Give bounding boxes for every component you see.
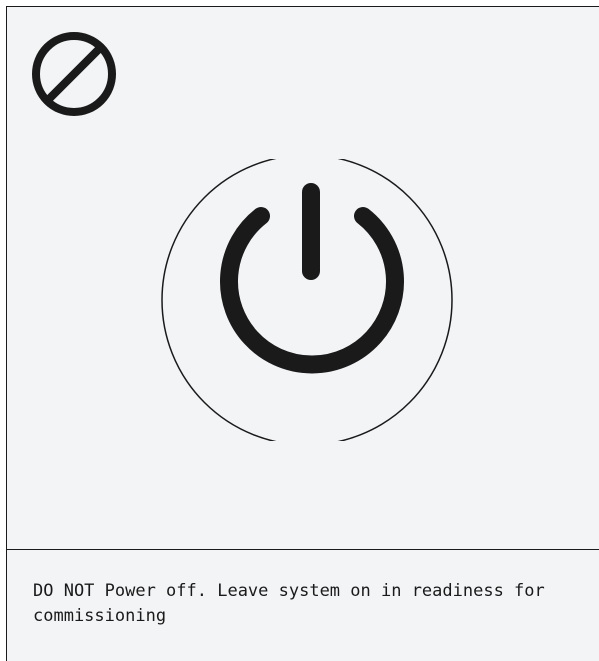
divider: [7, 549, 599, 550]
notice-text: DO NOT Power off. Leave system on in rea…: [33, 581, 545, 626]
notice-card: DO NOT Power off. Leave system on in rea…: [6, 6, 599, 661]
prohibited-icon: [32, 32, 116, 116]
power-icon: [161, 159, 453, 441]
